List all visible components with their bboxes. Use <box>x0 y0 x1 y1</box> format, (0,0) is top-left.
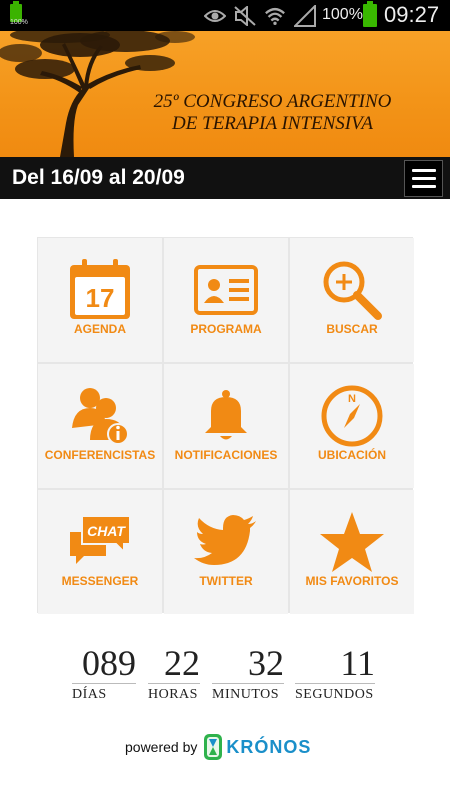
countdown-minutes: 32 MINUTOS <box>212 643 284 703</box>
tile-label-notificaciones: NOTIFICACIONES <box>174 448 278 462</box>
tile-label-conferencistas: CONFERENCISTAS <box>44 448 156 462</box>
tile-messenger[interactable]: CHAT MESSENGER <box>38 490 162 614</box>
tile-buscar[interactable]: BUSCAR <box>290 238 414 362</box>
speakers-info-icon <box>38 384 162 448</box>
calendar-day: 17 <box>86 283 115 313</box>
menu-button[interactable] <box>404 160 443 197</box>
countdown-seconds-value: 11 <box>295 643 375 684</box>
countdown-days: 089 DÍAS <box>72 643 136 703</box>
magnifier-plus-icon <box>290 258 414 322</box>
tile-ubicacion[interactable]: N UBICACIÓN <box>290 364 414 488</box>
id-card-icon <box>164 258 288 322</box>
kronos-logo: KRÓNOS <box>203 733 311 761</box>
wifi-icon <box>264 5 286 27</box>
tile-conferencistas[interactable]: CONFERENCISTAS <box>38 364 162 488</box>
event-dates: Del 16/09 al 20/09 <box>12 166 185 189</box>
powered-by[interactable]: powered by KRÓNOS <box>125 732 311 762</box>
star-icon <box>290 510 414 574</box>
countdown-hours-label: HORAS <box>148 687 198 702</box>
countdown-seconds-label: SEGUNDOS <box>295 687 374 702</box>
signal-icon <box>294 5 316 27</box>
tile-label-ubicacion: UBICACIÓN <box>318 448 386 462</box>
countdown-days-label: DÍAS <box>72 687 107 702</box>
tile-programa[interactable]: PROGRAMA <box>164 238 288 362</box>
hourglass-icon <box>204 734 223 760</box>
menu-grid: 17 AGENDA PROGRAMA BUSCAR CONFERENCISTAS… <box>37 237 414 614</box>
countdown-seconds: 11 SEGUNDOS <box>295 643 375 703</box>
banner-title-line2: DE TERAPIA INTENSIVA <box>172 113 373 134</box>
banner-title: 25º CONGRESO ARGENTINO DE TERAPIA INTENS… <box>100 91 445 135</box>
countdown-days-value: 089 <box>72 643 136 684</box>
date-bar: Del 16/09 al 20/09 <box>0 157 450 199</box>
hamburger-icon <box>411 169 436 172</box>
chat-bubbles-icon: CHAT <box>38 510 162 574</box>
tile-agenda[interactable]: 17 AGENDA <box>38 238 162 362</box>
tile-twitter[interactable]: TWITTER <box>164 490 288 614</box>
calendar-icon: 17 <box>38 258 162 322</box>
small-battery-percent: 100% <box>10 19 28 26</box>
tile-label-twitter: TWITTER <box>199 574 253 588</box>
eye-icon <box>204 5 226 27</box>
tile-label-buscar: BUSCAR <box>326 322 378 336</box>
countdown-hours-value: 22 <box>148 643 200 684</box>
chat-text: CHAT <box>87 523 126 539</box>
battery-percent: 100% <box>322 6 363 23</box>
tile-label-programa: PROGRAMA <box>190 322 262 336</box>
status-icons <box>204 4 316 28</box>
countdown-hours: 22 HORAS <box>148 643 200 703</box>
mute-icon <box>234 5 256 27</box>
battery-icon <box>363 1 377 27</box>
clock: 09:27 <box>384 2 440 27</box>
countdown-minutes-value: 32 <box>212 643 284 684</box>
status-bar: 100% 100% 09:27 <box>0 0 450 31</box>
compass-letter: N <box>348 393 356 405</box>
tile-label-mis-favoritos: MIS FAVORITOS <box>305 574 399 588</box>
event-banner: 25º CONGRESO ARGENTINO DE TERAPIA INTENS… <box>0 31 450 157</box>
countdown-minutes-label: MINUTOS <box>212 687 280 702</box>
tile-notificaciones[interactable]: NOTIFICACIONES <box>164 364 288 488</box>
powered-by-text: powered by <box>125 739 198 755</box>
twitter-bird-icon <box>164 510 288 574</box>
kronos-brand: KRÓNOS <box>226 736 312 757</box>
tile-label-messenger: MESSENGER <box>61 574 139 588</box>
banner-title-line1: 25º CONGRESO ARGENTINO <box>153 91 392 112</box>
tile-mis-favoritos[interactable]: MIS FAVORITOS <box>290 490 414 614</box>
tile-label-agenda: AGENDA <box>73 322 126 336</box>
bell-icon <box>164 384 288 448</box>
countdown: 089 DÍAS 22 HORAS 32 MINUTOS 11 SEGUNDOS <box>72 643 382 703</box>
compass-icon: N <box>290 384 414 448</box>
